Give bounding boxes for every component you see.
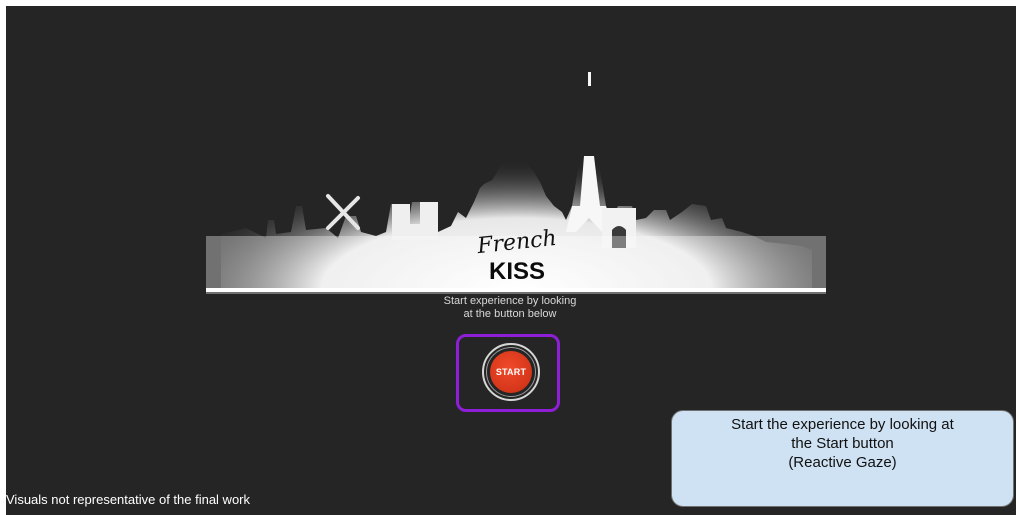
logo-title-text: KISS: [488, 258, 545, 285]
start-button[interactable]: START: [490, 351, 532, 393]
disclaimer-text: Visuals not representative of the final …: [6, 492, 251, 507]
callout-line-3: (Reactive Gaze): [788, 454, 897, 471]
callout-line-1: Start the experience by looking at: [731, 416, 954, 433]
callout-line-2: the Start button: [791, 435, 894, 452]
instruction-text: Start experience by looking at the butto…: [443, 295, 577, 320]
annotation-callout: Start the experience by looking at the S…: [671, 410, 1014, 507]
